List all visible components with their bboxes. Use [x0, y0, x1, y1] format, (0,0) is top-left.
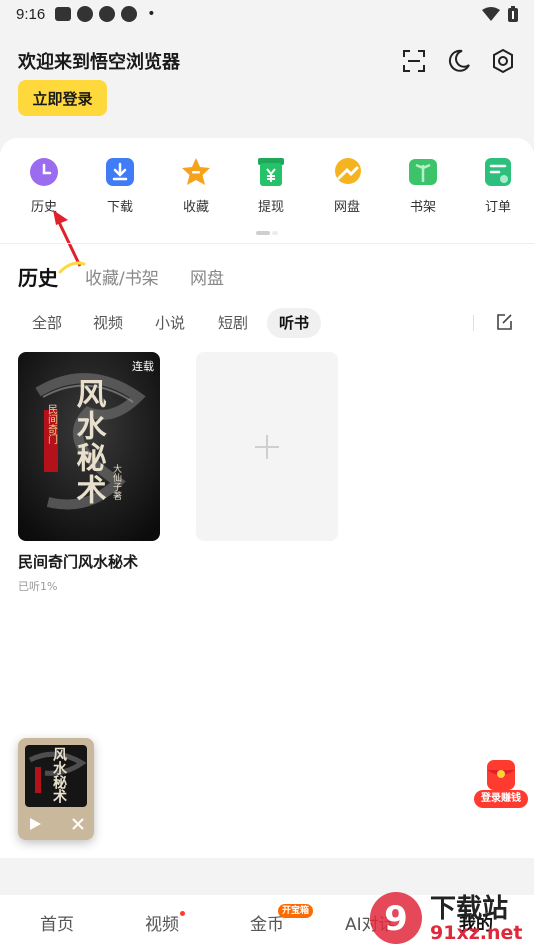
history-item[interactable]: 民间奇门 风水秘术 大仙子著 连载 民间奇门风水秘术 已听1%: [18, 352, 160, 594]
notification-app-icon: [99, 6, 116, 22]
page-indicator-active: [256, 231, 270, 235]
video-unread-dot: [180, 911, 185, 916]
quick-label: 网盘: [333, 200, 360, 215]
listen-progress: 已听1%: [18, 580, 58, 593]
tab-active-swoosh-icon: [58, 261, 86, 274]
order-icon: [485, 158, 511, 186]
promo-label: 登录赚钱: [474, 790, 528, 808]
serializing-badge: 连载: [132, 360, 154, 373]
night-mode-icon[interactable]: [446, 48, 472, 74]
filter-video[interactable]: 视频: [81, 308, 135, 338]
close-icon[interactable]: [70, 816, 86, 832]
login-button[interactable]: 立即登录: [18, 80, 107, 116]
system-icons: [482, 6, 518, 22]
quick-label: 收藏: [182, 200, 209, 215]
filter-separator: [473, 315, 474, 331]
welcome-text: 欢迎来到悟空浏览器: [18, 52, 180, 73]
login-earn-promo[interactable]: 登录赚钱: [474, 758, 528, 810]
svg-text:民间奇门: 民间奇门: [46, 404, 58, 445]
quick-cloud-drive[interactable]: 网盘: [317, 156, 377, 215]
withdraw-icon: [258, 158, 284, 186]
bookshelf-icon: [409, 159, 437, 185]
quick-label: 下载: [106, 200, 133, 215]
book-cover-art: 民间奇门 风水秘术 大仙子著: [18, 352, 160, 541]
divider: [0, 243, 534, 244]
watermark-url: 91xz.net: [430, 922, 523, 944]
mini-player[interactable]: 风水秘术: [18, 738, 94, 840]
quick-label: 订单: [484, 200, 511, 215]
tab-cloud-drive[interactable]: 网盘: [190, 264, 224, 289]
plus-icon: [255, 434, 279, 459]
notification-app-icon: [55, 7, 72, 21]
quick-orders[interactable]: 订单: [468, 156, 528, 215]
svg-text:9: 9: [384, 899, 408, 939]
quick-download[interactable]: 下载: [90, 156, 150, 215]
quick-favorites[interactable]: 收藏: [166, 156, 226, 215]
quick-withdraw[interactable]: 提现: [241, 156, 301, 215]
red-envelope-icon: [487, 760, 515, 790]
more-notifications-dot: •: [147, 6, 156, 22]
filter-novel[interactable]: 小说: [143, 308, 197, 338]
nav-video[interactable]: 视频: [145, 910, 179, 935]
notification-icons: •: [55, 6, 155, 22]
watermark-title: 下载站: [430, 894, 509, 924]
nav-home[interactable]: 首页: [40, 910, 74, 935]
mini-player-cover[interactable]: 风水秘术: [25, 745, 87, 807]
filter-all[interactable]: 全部: [20, 308, 74, 338]
book-title[interactable]: 民间奇门风水秘术: [18, 551, 160, 572]
edit-icon[interactable]: [495, 313, 513, 331]
battery-icon: [508, 6, 518, 22]
page-indicator: [256, 231, 278, 235]
status-time: 9:16: [16, 5, 46, 23]
scan-icon[interactable]: [401, 48, 427, 74]
play-icon[interactable]: [27, 816, 43, 832]
settings-icon[interactable]: [490, 48, 516, 74]
star-icon: [182, 158, 210, 185]
svg-text:风水秘术: 风水秘术: [71, 378, 107, 506]
filter-short-drama[interactable]: 短剧: [206, 308, 260, 338]
svg-text:大仙子著: 大仙子著: [111, 463, 122, 500]
open-treasure-badge: 开宝箱: [278, 904, 314, 918]
site-watermark: 9 下载站 91xz.net: [360, 886, 532, 950]
add-item-button[interactable]: [196, 352, 338, 541]
notification-app-icon: [121, 6, 138, 22]
filter-chips: 全部 视频 小说 短剧 听书: [18, 308, 518, 338]
download-icon: [106, 158, 134, 186]
filter-audiobook[interactable]: 听书: [267, 308, 322, 338]
quick-bookshelf[interactable]: 书架: [393, 156, 453, 215]
svg-text:风水秘术: 风水秘术: [51, 747, 67, 804]
page-indicator-inactive: [272, 231, 278, 235]
quick-label: 书架: [409, 200, 436, 215]
book-cover[interactable]: 民间奇门 风水秘术 大仙子著 连载: [18, 352, 160, 541]
quick-history[interactable]: 历史: [14, 156, 74, 215]
history-icon: [30, 158, 58, 186]
quick-label: 提现: [257, 200, 284, 215]
header: 欢迎来到悟空浏览器 立即登录: [0, 28, 534, 138]
watermark-logo: 9: [370, 892, 422, 944]
mini-cover-art: 风水秘术: [25, 745, 87, 807]
tab-favorites-bookshelf[interactable]: 收藏/书架: [85, 264, 159, 289]
tab-history[interactable]: 历史: [18, 262, 58, 291]
status-bar: 9:16 •: [0, 0, 534, 28]
wifi-icon: [482, 7, 500, 21]
notification-app-icon: [77, 6, 94, 22]
cloud-drive-icon: [335, 158, 361, 184]
